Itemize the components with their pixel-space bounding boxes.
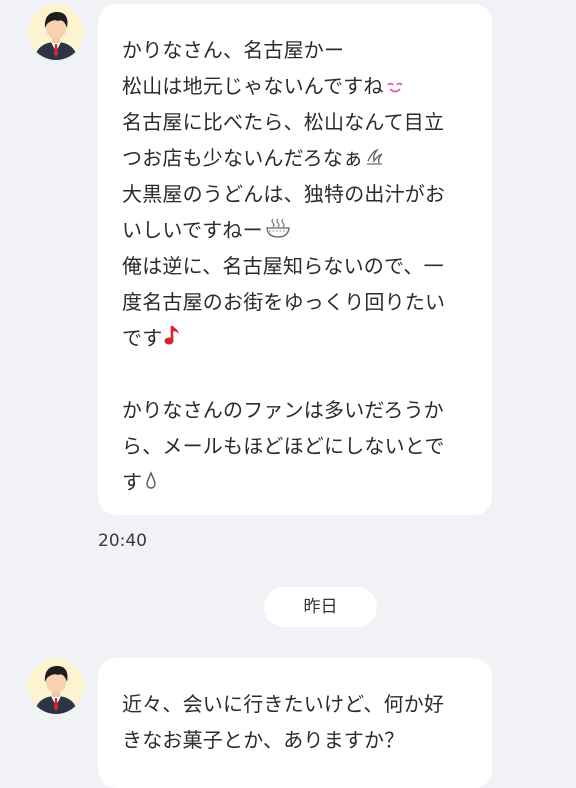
message-line: かりなさん、名古屋かー	[122, 38, 345, 62]
music-note-emoji-icon	[164, 322, 182, 358]
drop-emoji-icon	[144, 466, 158, 502]
message-line: きなお菓子とか、ありますか？	[122, 728, 405, 752]
message-line: です	[122, 320, 470, 356]
message-line: す	[122, 464, 470, 500]
message-line: 俺は逆に、名古屋知らないので、一	[122, 254, 444, 278]
message-line: 名古屋に比べたら、松山なんて目立	[122, 110, 445, 134]
message-line: かりなさんのファンは多いだろうか	[122, 398, 444, 422]
sweat-emoji-icon	[365, 142, 385, 178]
message-line: ら、メールもほどほどにしないとで	[122, 434, 445, 458]
avatar-person-icon	[28, 658, 84, 714]
message-line: 大黒屋のうどんは、独特の出汁がお	[122, 182, 446, 206]
message-bubble[interactable]: かりなさん、名古屋かー 松山は地元じゃないんですね 名古屋に比べたら、松山なんて…	[98, 4, 492, 515]
message-line	[122, 356, 470, 392]
avatar[interactable]	[28, 4, 84, 60]
noodle-bowl-emoji-icon	[265, 214, 291, 250]
message-line: 松山は地元じゃないんですね	[122, 68, 470, 104]
message-line: つお店も少ないんだろなぁ	[122, 140, 470, 176]
message-line: 近々、会いに行きたいけど、何か好	[122, 692, 445, 716]
smile-emoji-icon	[386, 70, 404, 106]
message-bubble[interactable]: 近々、会いに行きたいけど、何か好 きなお菓子とか、ありますか？	[98, 658, 492, 788]
avatar-person-icon	[28, 4, 84, 60]
message-line: いしいですねー	[122, 212, 470, 248]
message-timestamp: 20:40	[98, 531, 147, 551]
avatar[interactable]	[28, 658, 84, 714]
message-line: 度名古屋のお街をゆっくり回りたい	[122, 290, 446, 314]
date-separator: 昨日	[264, 587, 377, 627]
